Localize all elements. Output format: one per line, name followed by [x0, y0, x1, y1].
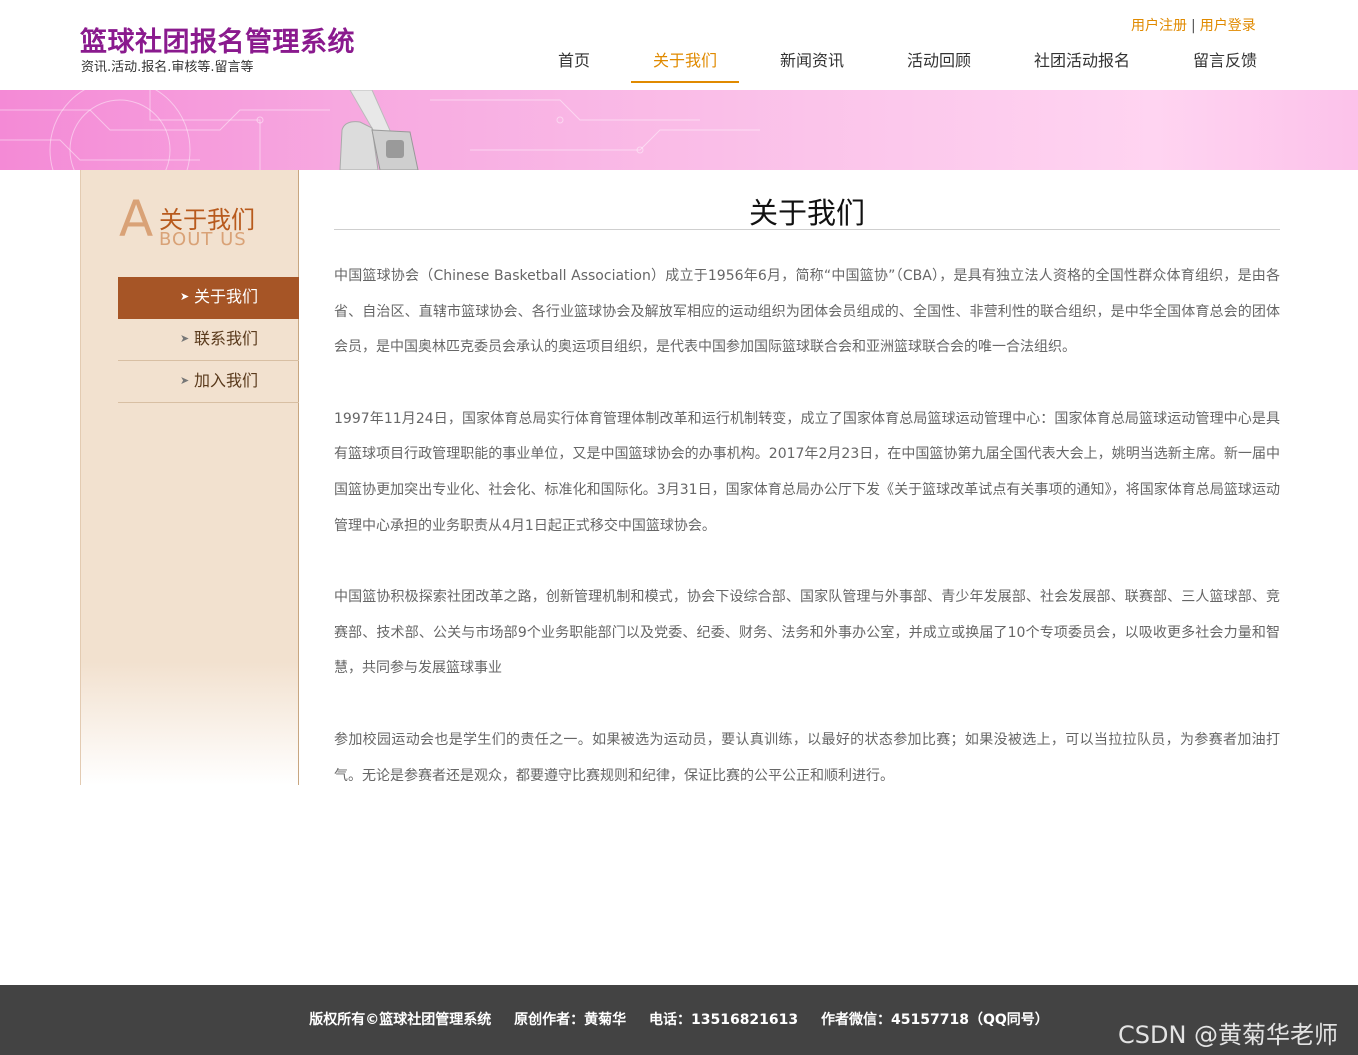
content-paragraph: 中国篮球协会（Chinese Basketball Association）成立…: [334, 268, 1280, 356]
nav-item-club-signup[interactable]: 社团活动报名: [1026, 40, 1138, 83]
register-link[interactable]: 用户注册: [1131, 18, 1187, 34]
csdn-watermark: CSDN @黄菊华老师: [1118, 1021, 1339, 1049]
sidebar: A 关于我们 BOUT US ➤ 关于我们 ➤ 联系我们 ➤ 加入我们: [80, 170, 299, 785]
sidebar-item-about[interactable]: ➤ 关于我们: [118, 277, 299, 319]
sidebar-item-join[interactable]: ➤ 加入我们: [118, 361, 299, 403]
sidebar-menu: ➤ 关于我们 ➤ 联系我们 ➤ 加入我们: [118, 277, 299, 403]
sidebar-item-contact[interactable]: ➤ 联系我们: [118, 319, 299, 361]
nav-item-about[interactable]: 关于我们: [631, 40, 739, 83]
chevron-right-icon: ➤: [180, 290, 190, 303]
footer-copyright: 版权所有©篮球社团管理系统: [309, 1012, 492, 1028]
footer-author: 原创作者：黄菊华: [514, 1012, 627, 1028]
content-paragraph: 中国篮协积极探索社团改革之路，创新管理机制和模式，协会下设综合部、国家队管理与外…: [334, 589, 1280, 677]
chevron-right-icon: ➤: [180, 374, 190, 387]
sidebar-item-label: 联系我们: [194, 329, 259, 348]
about-heading-en: BOUT US: [159, 229, 247, 250]
nav-item-feedback[interactable]: 留言反馈: [1185, 40, 1265, 83]
footer-wechat: 作者微信：45157718（QQ同号）: [821, 1012, 1049, 1028]
content-paragraph: 参加校园运动会也是学生们的责任之一。如果被选为运动员，要认真训练，以最好的状态参…: [334, 731, 1280, 784]
user-links-separator: |: [1191, 18, 1196, 34]
content-paragraph: 1997年11月24日，国家体育总局实行体育管理体制改革和运行机制转变，成立了国…: [334, 410, 1280, 534]
user-links: 用户注册 | 用户登录: [1131, 15, 1256, 35]
chevron-right-icon: ➤: [180, 332, 190, 345]
banner-decoration: [0, 90, 760, 170]
footer-phone: 电话：13516821613: [648, 1012, 799, 1028]
about-letter: A: [119, 190, 154, 248]
banner-image: [0, 90, 1358, 170]
site-header: 篮球社团报名管理系统 资讯.活动.报名.审核等.留言等 用户注册 | 用户登录 首页…: [0, 0, 1358, 90]
nav-item-activity-review[interactable]: 活动回顾: [899, 40, 979, 83]
sidebar-item-label: 加入我们: [194, 371, 259, 390]
about-heading: A 关于我们 BOUT US: [119, 194, 289, 250]
nav-item-home[interactable]: 首页: [550, 40, 598, 83]
page-title: 关于我们: [334, 170, 1280, 230]
nav-item-news[interactable]: 新闻资讯: [772, 40, 852, 83]
sidebar-item-label: 关于我们: [194, 287, 259, 306]
main-content: 关于我们 中国篮球协会（Chinese Basketball Associati…: [334, 170, 1280, 794]
main-nav: 首页 关于我们 新闻资讯 活动回顾 社团活动报名 留言反馈: [0, 40, 1358, 84]
login-link[interactable]: 用户登录: [1200, 18, 1256, 34]
